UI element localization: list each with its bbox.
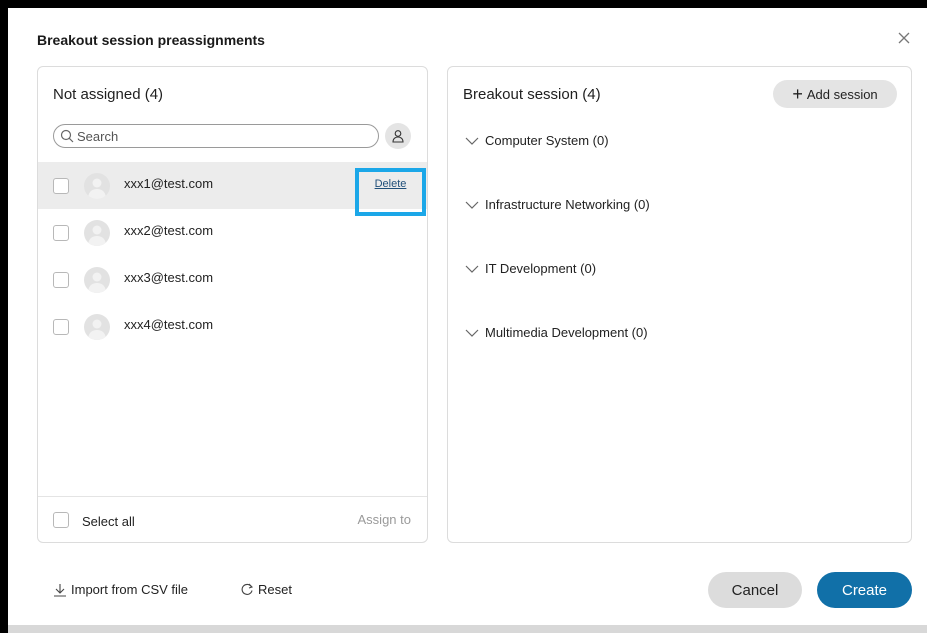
avatar-icon [88, 272, 106, 293]
cancel-button[interactable]: Cancel [708, 572, 802, 608]
select-all-checkbox[interactable] [53, 512, 69, 528]
breakout-session-heading: Breakout session (4) [463, 86, 601, 103]
session-item[interactable]: IT Development (0) [465, 261, 596, 276]
search-icon [60, 129, 74, 143]
reset-button[interactable]: Reset [240, 582, 292, 597]
search-input[interactable] [77, 128, 367, 144]
chevron-down-icon [465, 137, 479, 145]
breakout-dialog: Breakout session preassignments Not assi… [8, 8, 927, 625]
chevron-down-icon [465, 201, 479, 209]
import-csv-label: Import from CSV file [71, 582, 189, 597]
session-label: Multimedia Development (0) [485, 325, 648, 340]
not-assigned-footer: Select all Assign to [38, 496, 427, 543]
not-assigned-panel: Not assigned (4) Search xxx1@test.com De… [37, 66, 428, 543]
session-label: IT Development (0) [485, 261, 597, 276]
delete-link[interactable]: Delete [375, 178, 407, 192]
dialog-title: Breakout session preassignments [37, 32, 265, 48]
plus-icon: + [792, 84, 803, 104]
assign-to-button[interactable]: Assign to [358, 512, 411, 527]
user-row[interactable]: xxx1@test.com Delete [38, 162, 427, 216]
avatar [84, 172, 110, 199]
session-item[interactable]: Computer System (0) [465, 133, 609, 148]
user-filter-button[interactable] [385, 123, 411, 149]
import-csv-button[interactable]: Import from CSV file [53, 582, 188, 597]
user-row[interactable]: xxx4@test.com [38, 303, 427, 350]
session-label: Infrastructure Networking (0) [485, 197, 650, 212]
user-row[interactable]: xxx3@test.com [38, 256, 427, 303]
user-email: xxx1@test.com [124, 176, 214, 191]
user-row[interactable]: xxx2@test.com [38, 209, 427, 256]
avatar-icon [88, 319, 106, 340]
close-icon[interactable] [894, 28, 914, 48]
add-session-label: Add session [806, 86, 878, 102]
user-checkbox[interactable] [53, 271, 69, 288]
user-checkbox[interactable] [53, 224, 69, 241]
avatar [84, 266, 110, 293]
create-button[interactable]: Create [817, 572, 912, 608]
not-assigned-heading: Not assigned (4) [53, 86, 164, 103]
session-item[interactable]: Multimedia Development (0) [465, 325, 648, 340]
user-icon [392, 130, 404, 143]
download-icon [54, 583, 66, 597]
user-email: xxx2@test.com [124, 223, 214, 238]
user-checkbox[interactable] [53, 177, 69, 194]
user-email: xxx3@test.com [124, 270, 214, 285]
session-label: Computer System (0) [485, 133, 609, 148]
chevron-down-icon [465, 265, 479, 273]
user-list: xxx1@test.com Delete xxx2@test.com xxx3@… [38, 162, 427, 350]
user-checkbox[interactable] [53, 318, 69, 335]
reset-icon [241, 583, 254, 595]
user-email: xxx4@test.com [124, 317, 214, 332]
avatar-icon [88, 178, 106, 199]
search-box[interactable] [53, 124, 379, 148]
reset-label: Reset [258, 582, 292, 597]
session-item[interactable]: Infrastructure Networking (0) [465, 197, 650, 212]
breakout-session-panel: Breakout session (4) + Add session Compu… [447, 66, 912, 543]
bottom-strip [8, 625, 927, 633]
add-session-button[interactable]: + Add session [773, 80, 897, 108]
avatar [84, 313, 110, 340]
chevron-down-icon [465, 329, 479, 337]
avatar-icon [88, 225, 106, 246]
select-all-label: Select all [82, 514, 135, 529]
avatar [84, 219, 110, 246]
